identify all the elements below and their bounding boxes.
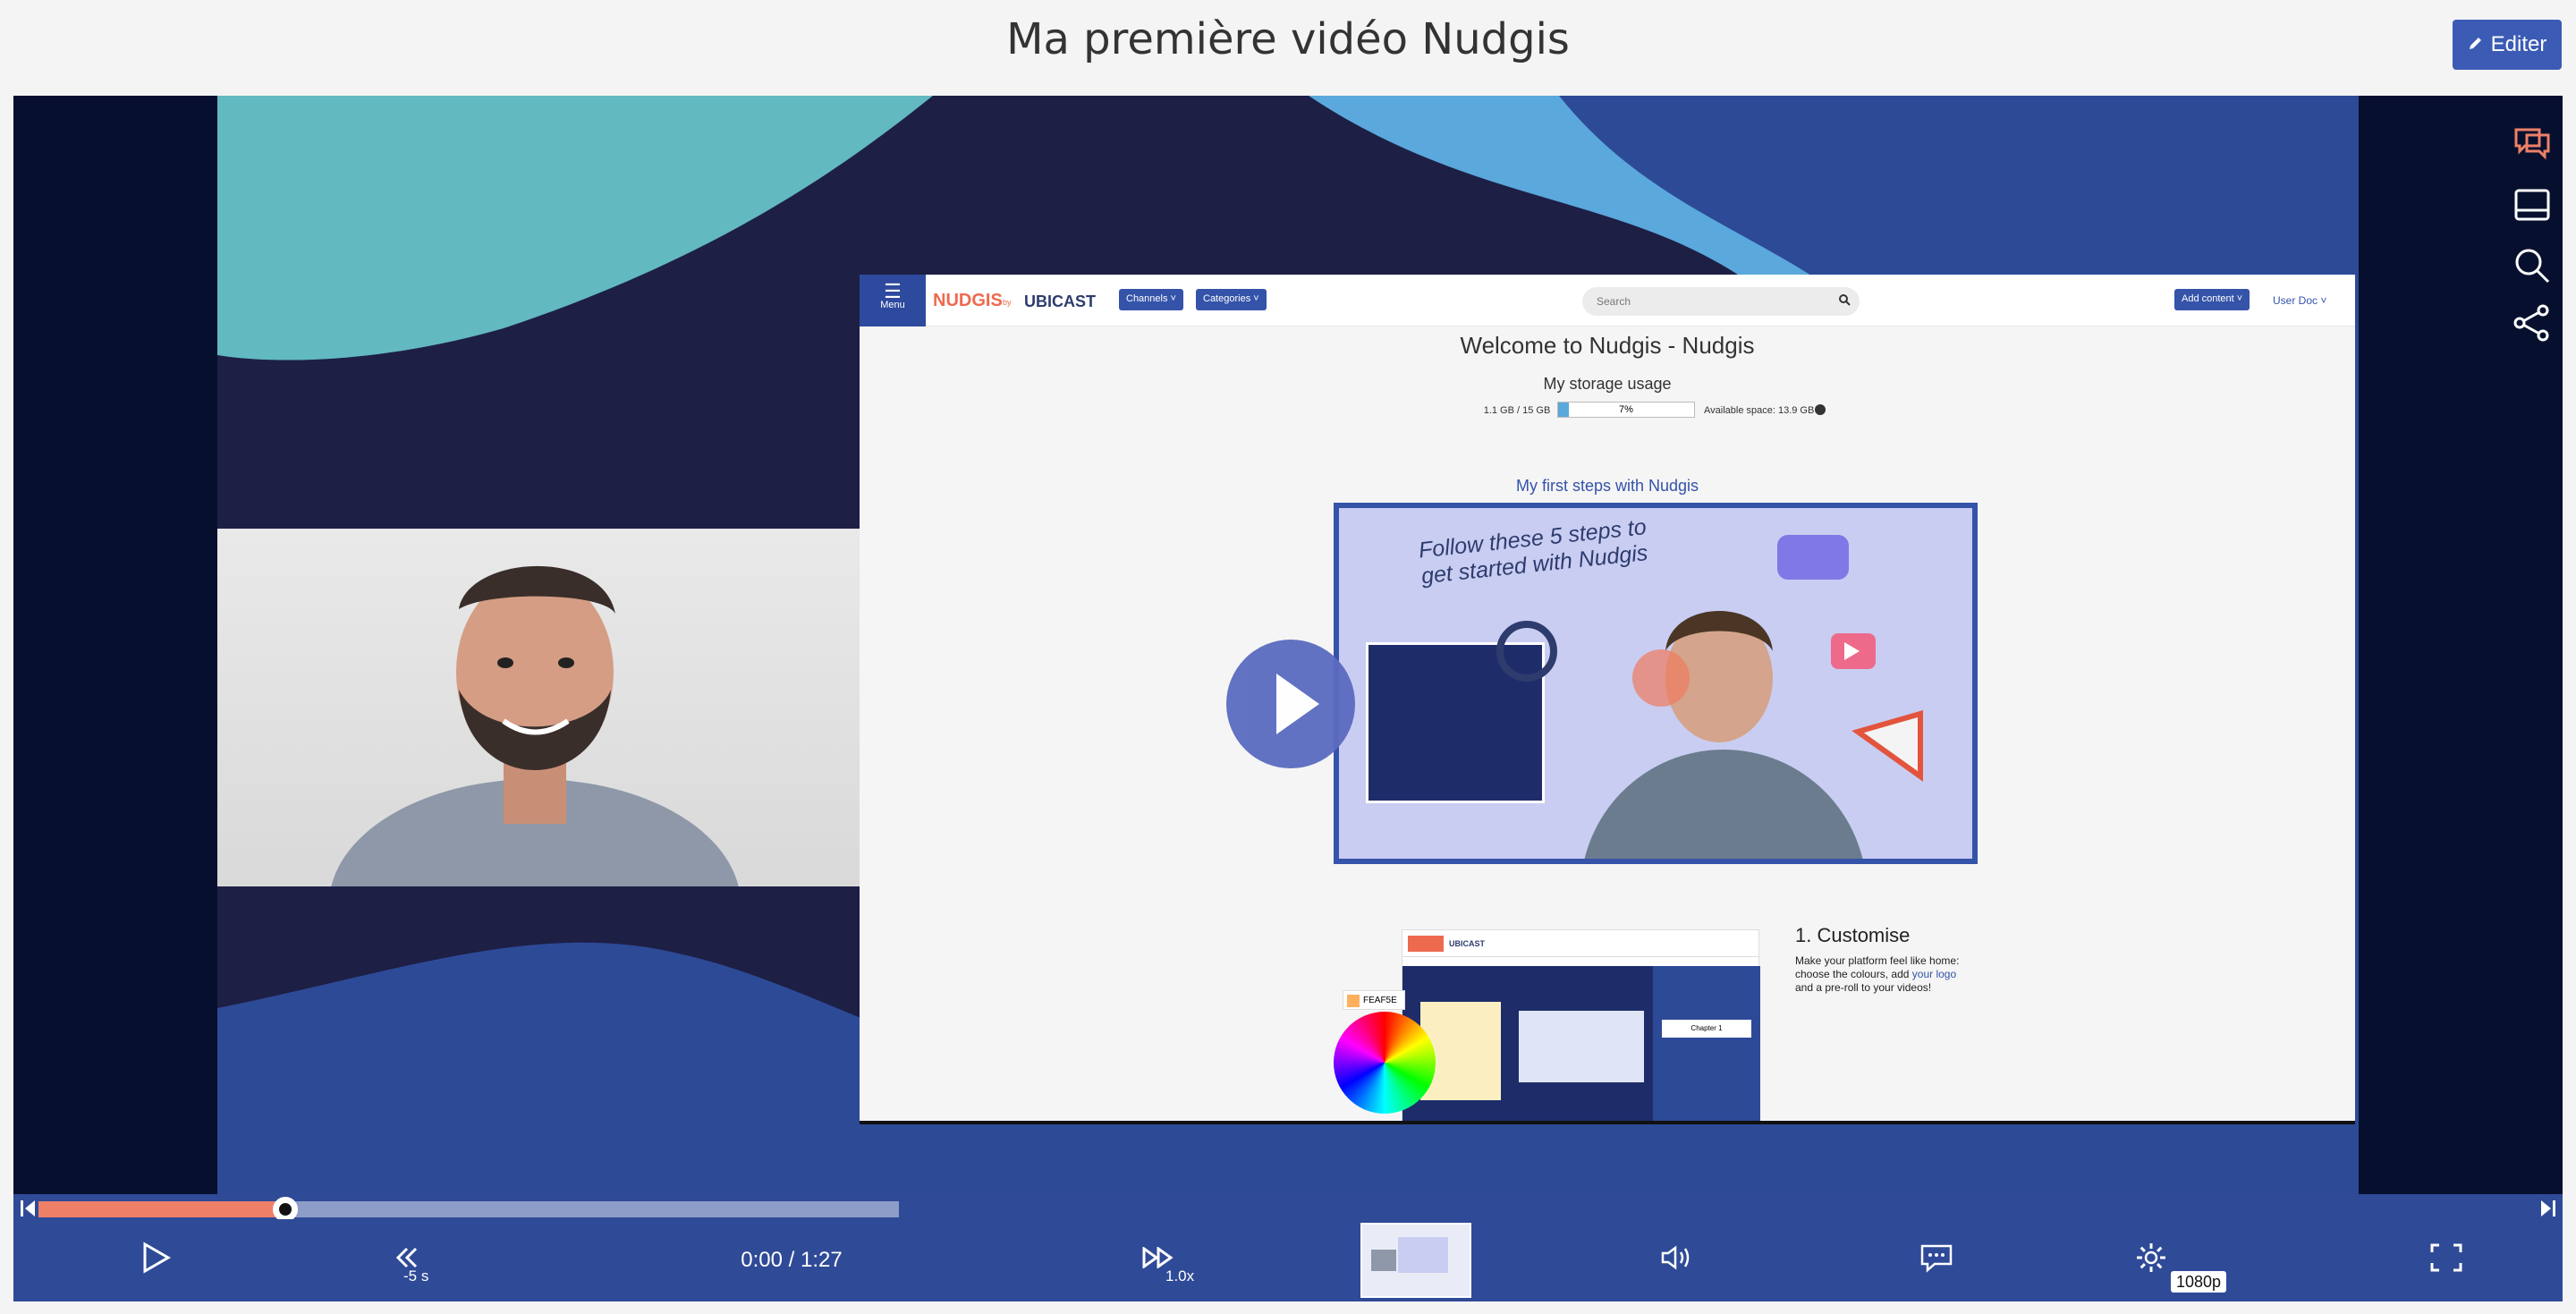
color-wheel [1334,1012,1436,1114]
time-display: 0:00 / 1:27 [741,1248,843,1272]
search-input: Search [1582,287,1860,316]
storage-percent: 7% [1619,404,1633,415]
video-player[interactable]: ☰ Menu NUDGIS by UBICAST Channels ˅ Cate… [13,96,2563,1301]
volume-button[interactable] [1641,1219,1713,1301]
search-icon [1838,293,1851,309]
play-icon [141,1241,172,1280]
storage-title: My storage usage [1543,375,1672,393]
nudgis-logo: NUDGIS [933,291,1003,310]
share-icon[interactable] [2512,303,2552,343]
presenter-camera [217,529,860,886]
comments-icon[interactable] [2512,123,2552,162]
customise-title: 1. Customise [1795,924,1911,946]
thumb-screen [1398,1237,1448,1273]
big-play-button[interactable] [1226,640,1355,768]
fullscreen-button[interactable] [2411,1219,2482,1301]
welcome-title: Welcome to Nudgis - Nudgis [1460,332,1755,359]
thumb-camera [1371,1250,1396,1271]
control-bar: -5 s 0:00 / 1:27 1.0x 1080p [13,1219,2563,1301]
mini-stage [1402,966,1653,1121]
available-space: Available space: 13.9 GB [1704,405,1815,416]
storage-bar: 7% [1557,402,1695,418]
edit-button[interactable]: Editer [2453,20,2562,70]
page-title: Ma première vidéo Nudgis [1006,14,1570,64]
gear-icon [2133,1240,2169,1282]
mini-sidebar: Chapter 1 [1653,966,1760,1121]
mini-header: UBICAST [1402,930,1758,957]
subtitles-icon [1919,1242,1954,1279]
add-content-button: Add content ˅ [2174,289,2250,310]
pencil-icon [2468,32,2484,57]
fullscreen-icon [2430,1243,2462,1278]
quality-badge: 1080p [2171,1271,2227,1293]
progress-handle[interactable] [273,1197,298,1222]
customise-text: Make your platform feel like home: choos… [1795,954,1960,994]
user-menu: User Doc ˅ [2273,294,2327,307]
progress-area [13,1194,2563,1222]
info-icon [1815,404,1826,415]
side-toolbar [2498,114,2563,353]
layout-thumbnail[interactable] [1360,1223,1471,1298]
mini-logo-box [1408,936,1444,952]
progress-fill [38,1201,288,1217]
menu-button: ☰ Menu [860,275,926,326]
subtitles-button[interactable] [1901,1219,1972,1301]
rewind-label: -5 s [403,1267,429,1284]
nudgis-header: ☰ Menu NUDGIS by UBICAST Channels ˅ Cate… [860,275,2355,326]
color-hex-chip: FEAF5E [1343,990,1405,1010]
shared-screen: ☰ Menu NUDGIS by UBICAST Channels ˅ Cate… [860,275,2355,1124]
speed-button[interactable]: 1.0x [1105,1219,1212,1301]
edit-button-label: Editer [2490,32,2547,56]
layout-icon[interactable] [2512,185,2552,225]
mini-chapter: Chapter 1 [1662,1020,1751,1038]
categories-button: Categories ˅ [1196,289,1267,310]
play-button[interactable] [121,1219,192,1301]
first-steps-title: My first steps with Nudgis [1515,477,1699,495]
storage-used: 1.1 GB / 15 GB [1483,405,1551,416]
ubicast-logo: UBICAST [1024,292,1096,310]
search-icon[interactable] [2512,246,2552,285]
color-swatch [1347,995,1360,1007]
logo-by: by [1003,298,1012,307]
channels-button: Channels ˅ [1119,289,1183,310]
mini-brand: UBICAST [1449,939,1485,948]
volume-icon [1659,1244,1695,1277]
rewind-button[interactable]: -5 s [353,1219,461,1301]
first-steps-video: Follow these 5 steps to get started with… [1334,503,1978,864]
mini-app-preview: UBICAST Chapter 1 [1402,929,1760,1121]
mini-video [1519,1011,1644,1082]
speed-label: 1.0x [1165,1267,1195,1284]
